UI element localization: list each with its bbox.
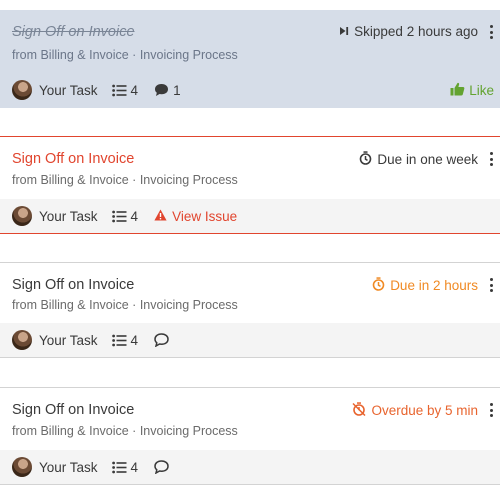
view-issue-label: View Issue [172, 208, 238, 224]
subtask-list-icon[interactable] [111, 334, 127, 347]
task-status: Skipped 2 hours ago [339, 24, 478, 39]
task-source: from Billing & Invoice · Invoicing Proce… [12, 298, 238, 312]
subtask-count: 4 [130, 208, 139, 224]
task-card-overdue[interactable]: Sign Off on Invoice from Billing & Invoi… [0, 387, 500, 485]
comment-count: 1 [173, 82, 181, 98]
task-status: Due in 2 hours [372, 277, 478, 294]
view-issue-link[interactable]: View Issue [154, 209, 237, 224]
assignee-label: Your Task [39, 82, 98, 98]
avatar [12, 206, 32, 226]
like-label: Like [469, 82, 494, 98]
status-text: Skipped 2 hours ago [354, 24, 478, 39]
subtask-list-icon[interactable] [111, 84, 127, 97]
status-text: Due in 2 hours [390, 278, 478, 293]
stopwatch-off-icon [352, 402, 366, 419]
task-title[interactable]: Sign Off on Invoice [12, 151, 134, 167]
comment-icon[interactable] [154, 83, 169, 97]
subtask-count: 4 [130, 459, 139, 475]
task-status: Overdue by 5 min [352, 402, 478, 419]
stopwatch-icon [372, 277, 385, 294]
stopwatch-icon [359, 151, 372, 168]
comment-icon[interactable] [154, 460, 169, 474]
assignee-label: Your Task [39, 332, 98, 348]
avatar [12, 457, 32, 477]
skip-forward-icon [339, 24, 349, 39]
subtask-count: 4 [130, 82, 139, 98]
status-text: Due in one week [377, 152, 478, 167]
subtask-list-icon[interactable] [111, 210, 127, 223]
subtask-count: 4 [130, 332, 139, 348]
status-text: Overdue by 5 min [371, 403, 478, 418]
task-source: from Billing & Invoice · Invoicing Proce… [12, 48, 238, 62]
task-title[interactable]: Sign Off on Invoice [12, 277, 134, 293]
task-source: from Billing & Invoice · Invoicing Proce… [12, 173, 238, 187]
like-button[interactable]: Like [450, 82, 494, 99]
assignee-label: Your Task [39, 208, 98, 224]
subtask-list-icon[interactable] [111, 461, 127, 474]
more-options-icon[interactable] [486, 276, 496, 294]
task-status: Due in one week [359, 151, 478, 168]
more-options-icon[interactable] [486, 23, 496, 41]
avatar [12, 330, 32, 350]
task-card-skipped[interactable]: Sign Off on Invoice from Billing & Invoi… [0, 10, 500, 108]
task-card-due-soon[interactable]: Sign Off on Invoice from Billing & Invoi… [0, 262, 500, 358]
warning-icon [154, 209, 167, 224]
assignee-label: Your Task [39, 459, 98, 475]
task-source: from Billing & Invoice · Invoicing Proce… [12, 424, 238, 438]
avatar [12, 80, 32, 100]
task-title[interactable]: Sign Off on Invoice [12, 24, 135, 40]
more-options-icon[interactable] [486, 150, 496, 168]
more-options-icon[interactable] [486, 401, 496, 419]
task-card-issue[interactable]: Sign Off on Invoice from Billing & Invoi… [0, 136, 500, 234]
thumbs-up-icon [450, 82, 465, 99]
task-title[interactable]: Sign Off on Invoice [12, 402, 134, 418]
comment-icon[interactable] [154, 333, 169, 347]
